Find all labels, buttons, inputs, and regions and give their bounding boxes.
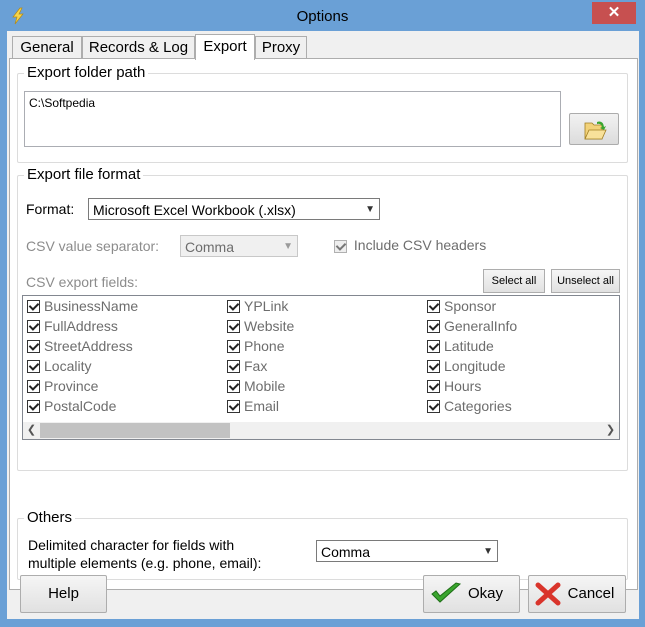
checkbox[interactable] xyxy=(427,339,440,353)
checkbox[interactable] xyxy=(27,399,40,413)
folder-open-icon xyxy=(584,121,607,140)
checkbox[interactable] xyxy=(427,379,440,393)
field-categories[interactable]: Categories xyxy=(427,396,512,416)
others-group: Others Delimited character for fields wi… xyxy=(17,509,628,580)
checkbox[interactable] xyxy=(227,299,240,313)
scroll-left-icon[interactable]: ❮ xyxy=(23,422,40,439)
field-email[interactable]: Email xyxy=(227,396,279,416)
checkbox[interactable] xyxy=(427,359,440,373)
field-fulladdress[interactable]: FullAddress xyxy=(27,316,118,336)
dialog-client-area: General Records & Log Export Proxy Expor… xyxy=(7,31,639,619)
scroll-right-icon[interactable]: ❯ xyxy=(602,422,619,439)
include-headers-checkbox[interactable] xyxy=(334,239,347,253)
checkbox[interactable] xyxy=(427,319,440,333)
export-format-group: Export file format Format: Microsoft Exc… xyxy=(17,166,628,471)
format-select[interactable]: Microsoft Excel Workbook (.xlsx) ▼ xyxy=(88,198,380,220)
checkbox[interactable] xyxy=(27,299,40,313)
chevron-down-icon: ▼ xyxy=(283,241,293,252)
field-mobile[interactable]: Mobile xyxy=(227,376,285,396)
field-latitude[interactable]: Latitude xyxy=(427,336,494,356)
export-folder-label: Export folder path xyxy=(24,64,149,81)
field-businessname[interactable]: BusinessName xyxy=(27,296,138,316)
export-folder-group: Export folder path C:\Softpedia xyxy=(17,64,628,163)
export-tab-panel: Export folder path C:\Softpedia Export f… xyxy=(9,58,638,590)
field-yplink[interactable]: YPLink xyxy=(227,296,288,316)
browse-folder-button[interactable] xyxy=(569,113,619,145)
field-phone[interactable]: Phone xyxy=(227,336,284,356)
cancel-button[interactable]: Cancel xyxy=(528,575,626,613)
include-headers-option[interactable]: Include CSV headers xyxy=(334,237,486,253)
delimiter-select[interactable]: Comma ▼ xyxy=(316,540,498,562)
format-label: Format: xyxy=(26,201,75,217)
tab-export[interactable]: Export xyxy=(195,34,255,60)
help-button[interactable]: Help xyxy=(20,575,107,613)
tab-general[interactable]: General xyxy=(12,36,82,59)
csv-separator-value: Comma xyxy=(185,239,235,255)
tab-proxy[interactable]: Proxy xyxy=(255,36,307,59)
field-hours[interactable]: Hours xyxy=(427,376,481,396)
field-streetaddress[interactable]: StreetAddress xyxy=(27,336,133,356)
delimiter-label: Delimited character for fields with mult… xyxy=(28,537,262,571)
checkbox[interactable] xyxy=(227,399,240,413)
csv-separator-select[interactable]: Comma ▼ xyxy=(180,235,298,257)
window-title: Options xyxy=(296,8,349,25)
select-all-button[interactable]: Select all xyxy=(483,269,545,293)
unselect-all-button[interactable]: Unselect all xyxy=(551,269,620,293)
checkbox[interactable] xyxy=(27,359,40,373)
checkbox[interactable] xyxy=(427,299,440,313)
field-postalcode[interactable]: PostalCode xyxy=(27,396,116,416)
csv-fields-list[interactable]: BusinessName FullAddress StreetAddress L… xyxy=(22,295,620,440)
chevron-down-icon: ▼ xyxy=(483,546,493,557)
format-select-value: Microsoft Excel Workbook (.xlsx) xyxy=(93,202,296,218)
field-province[interactable]: Province xyxy=(27,376,98,396)
field-sponsor[interactable]: Sponsor xyxy=(427,296,496,316)
okay-label: Okay xyxy=(467,585,503,602)
horizontal-scrollbar[interactable]: ❮ ❯ xyxy=(23,422,619,439)
include-headers-label: Include CSV headers xyxy=(353,237,487,253)
cancel-x-icon xyxy=(535,582,561,606)
options-window: Options ✕ General Records & Log Export P… xyxy=(0,0,645,627)
checkbox[interactable] xyxy=(227,379,240,393)
field-generalinfo[interactable]: GeneralInfo xyxy=(427,316,517,336)
csv-separator-label: CSV value separator: xyxy=(26,238,160,254)
checkbox[interactable] xyxy=(27,339,40,353)
delimiter-select-value: Comma xyxy=(321,544,371,560)
checkbox[interactable] xyxy=(227,359,240,373)
chevron-down-icon: ▼ xyxy=(365,204,375,215)
okay-button[interactable]: Okay xyxy=(423,575,520,613)
field-fax[interactable]: Fax xyxy=(227,356,267,376)
checkbox[interactable] xyxy=(27,319,40,333)
checkbox[interactable] xyxy=(27,379,40,393)
checkbox[interactable] xyxy=(227,339,240,353)
title-bar[interactable]: Options ✕ xyxy=(1,1,644,31)
close-button[interactable]: ✕ xyxy=(592,2,636,24)
field-locality[interactable]: Locality xyxy=(27,356,91,376)
cancel-label: Cancel xyxy=(567,585,615,602)
export-folder-path-input[interactable]: C:\Softpedia xyxy=(24,91,561,147)
export-format-label: Export file format xyxy=(24,166,144,183)
others-label: Others xyxy=(24,509,76,526)
field-longitude[interactable]: Longitude xyxy=(427,356,506,376)
checkbox[interactable] xyxy=(227,319,240,333)
csv-fields-label: CSV export fields: xyxy=(26,274,139,290)
tab-records-log[interactable]: Records & Log xyxy=(82,36,195,59)
field-website[interactable]: Website xyxy=(227,316,294,336)
checkmark-icon xyxy=(431,582,462,603)
checkbox[interactable] xyxy=(427,399,440,413)
scrollbar-thumb[interactable] xyxy=(40,423,230,438)
